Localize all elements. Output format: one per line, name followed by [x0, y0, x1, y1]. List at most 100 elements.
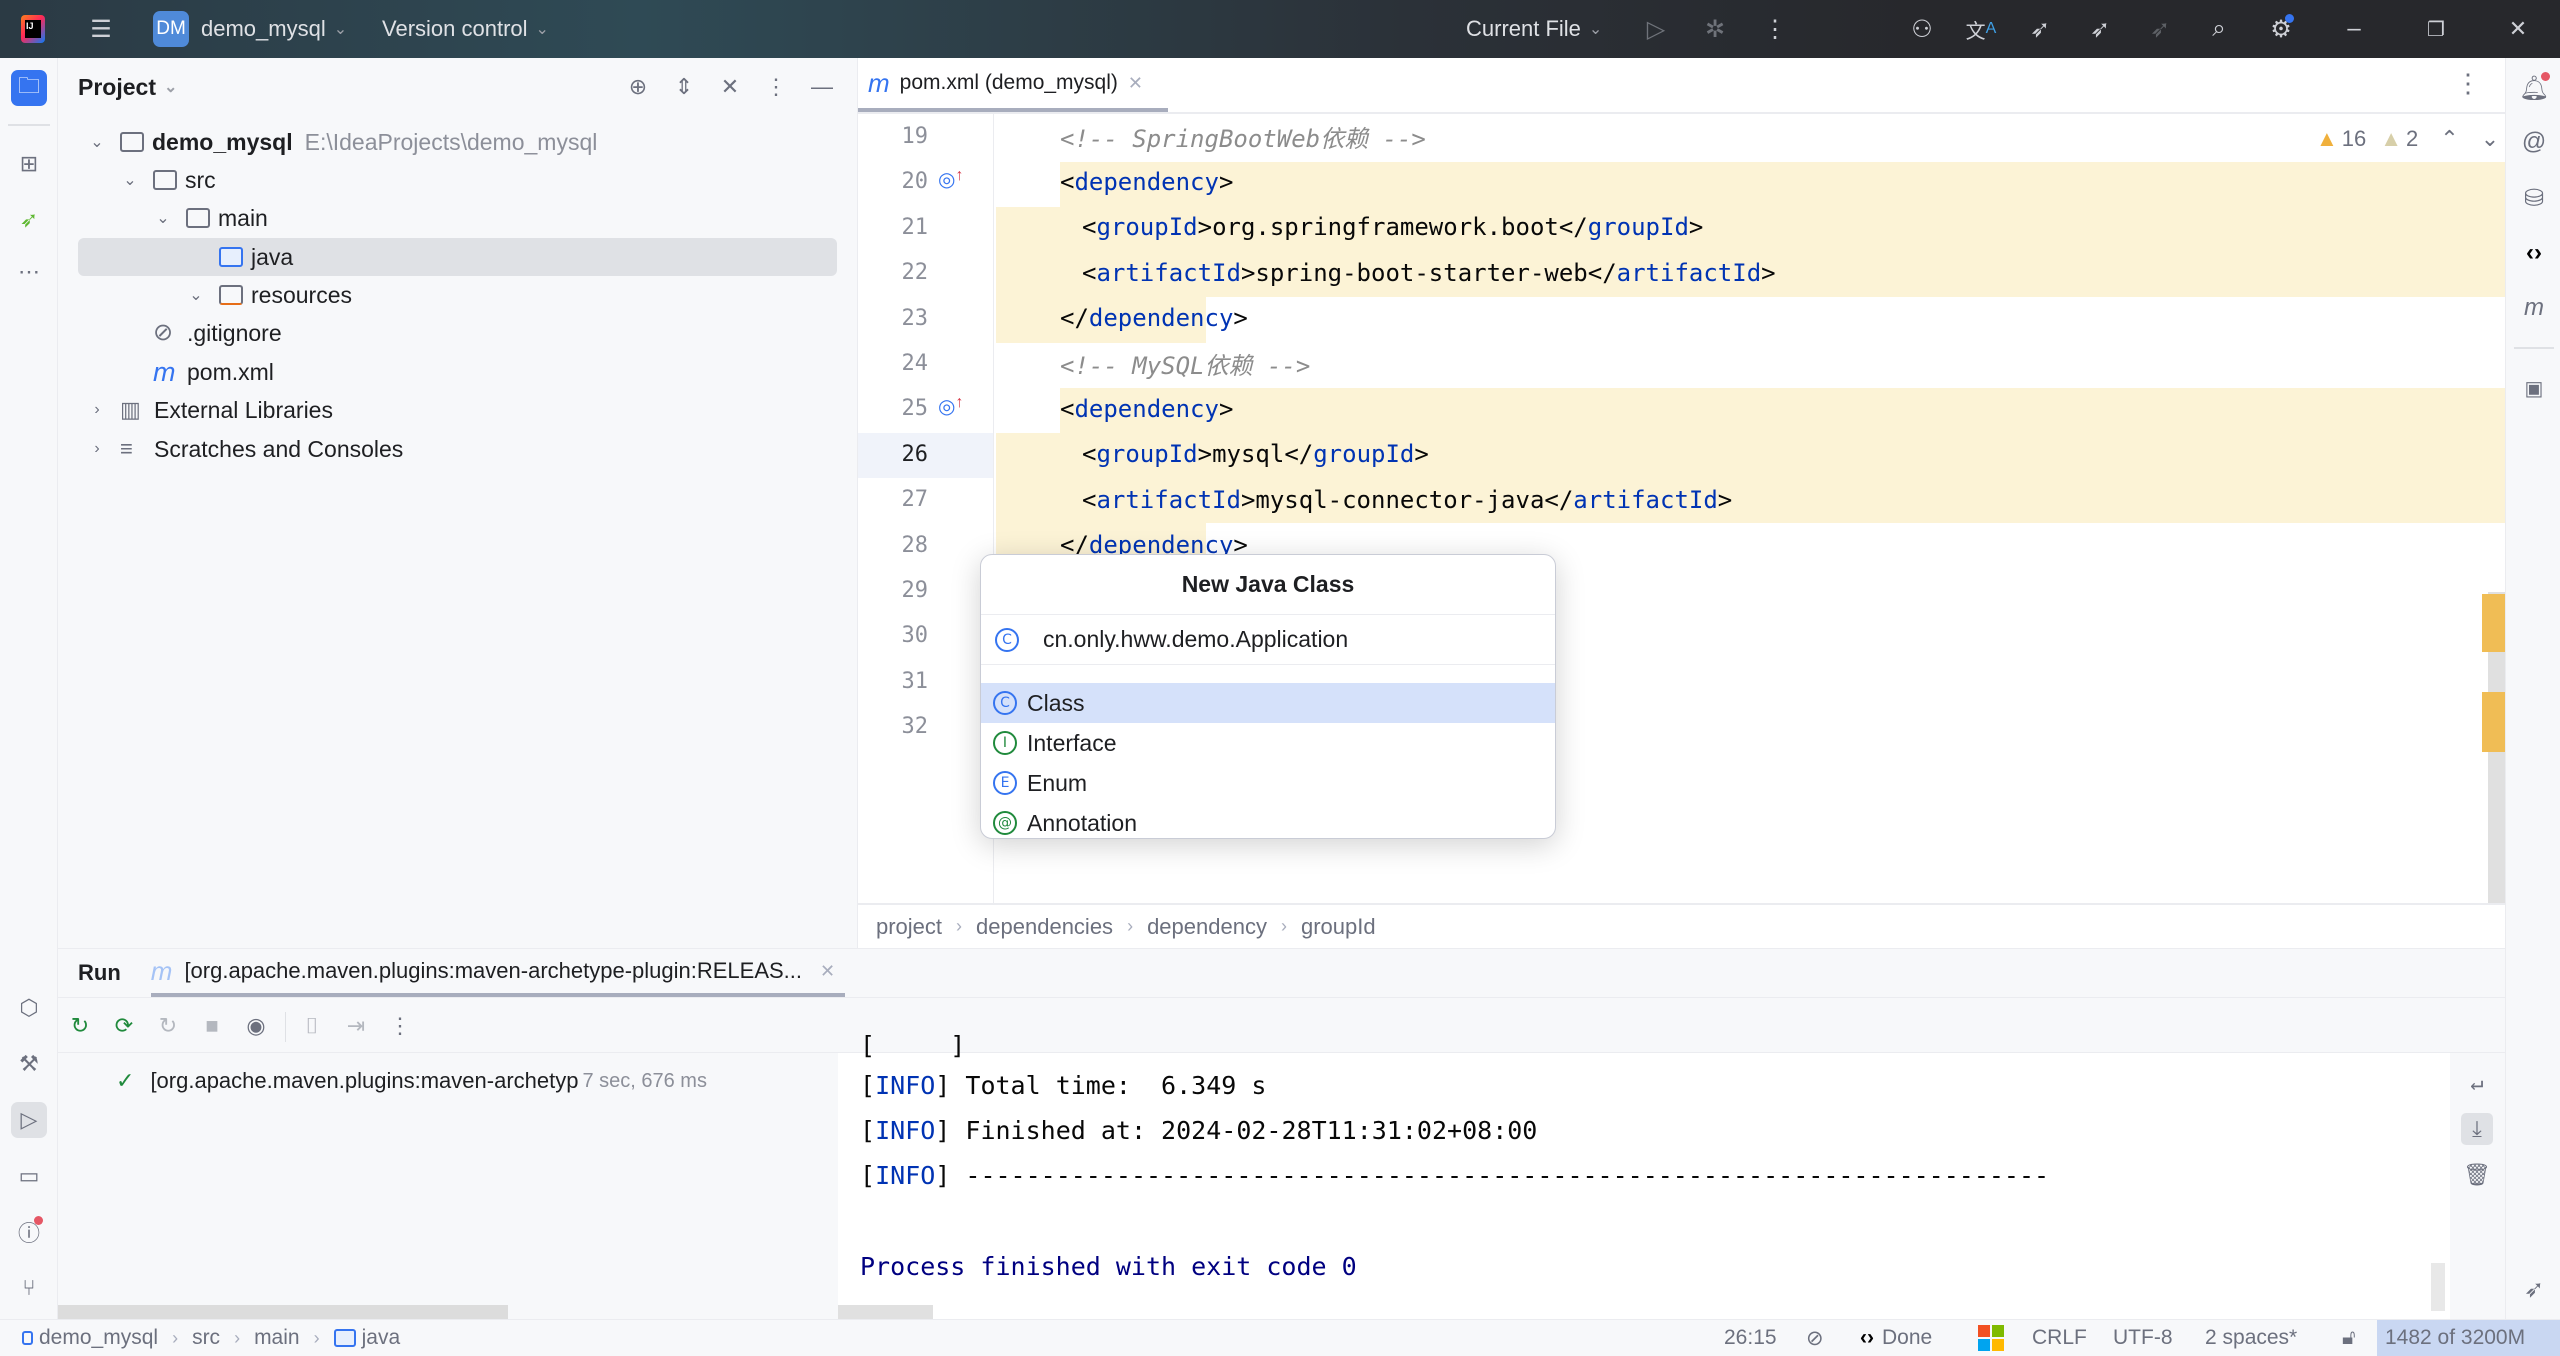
project-switcher[interactable]: DM demo_mysql ⌄: [153, 0, 347, 58]
file-encoding[interactable]: UTF-8: [2113, 1320, 2173, 1356]
rerun-automatically-icon[interactable]: ↻: [152, 1010, 184, 1042]
ai-assistant-icon[interactable]: @: [2516, 124, 2552, 160]
breadcrumb-item[interactable]: dependencies: [976, 914, 1113, 940]
soft-wrap-icon[interactable]: ↵: [2461, 1067, 2493, 1099]
services-icon[interactable]: ⬡: [11, 990, 47, 1026]
collapse-all-icon[interactable]: ✕: [712, 69, 748, 105]
jrebel-icon[interactable]: ➶: [2516, 1271, 2552, 1307]
chevron-right-icon[interactable]: ›: [86, 440, 108, 458]
more-actions-icon[interactable]: ⋮: [1760, 14, 1790, 44]
minimize-icon[interactable]: –: [2339, 14, 2369, 44]
project-tool-icon[interactable]: 🗀: [11, 70, 47, 106]
add-user-icon[interactable]: ⚇: [1907, 14, 1937, 44]
console-v-scrollbar[interactable]: [2431, 1263, 2445, 1311]
options-icon[interactable]: ⋮: [758, 69, 794, 105]
rerun-failed-icon[interactable]: ⟳: [108, 1010, 140, 1042]
chevron-down-icon[interactable]: ⌄: [185, 285, 207, 305]
kind-annotation[interactable]: @ Annotation: [981, 803, 1555, 838]
chevron-down-icon[interactable]: ⌄: [152, 208, 174, 228]
structure-icon[interactable]: ⊞: [11, 146, 47, 182]
maven-tool-icon[interactable]: m: [2516, 290, 2552, 326]
more-icon[interactable]: ⋮: [384, 1010, 416, 1042]
memory-indicator[interactable]: 1482 of 3200M: [2377, 1320, 2560, 1356]
kind-interface[interactable]: I Interface: [981, 723, 1555, 763]
read-only-lock-icon[interactable]: 🔓︎: [2342, 1320, 2356, 1356]
caret-position[interactable]: 26:15: [1724, 1320, 1777, 1356]
console-h-scrollbar[interactable]: [838, 1305, 933, 1320]
class-name-field[interactable]: C: [981, 615, 1555, 665]
close-tab-icon[interactable]: ✕: [820, 961, 835, 982]
tree-item-demo-mysql[interactable]: ⌄ demo_mysql E:\IdeaProjects\demo_mysql: [78, 123, 837, 161]
console-output[interactable]: [ ] [INFO] Total time: 6.349 s [INFO] Fi…: [838, 1031, 2505, 1320]
run-config-selector[interactable]: Current File ⌄: [1466, 0, 1602, 58]
dictionary-icon[interactable]: ▣: [2516, 370, 2552, 406]
previous-highlight-icon[interactable]: ⌃: [2440, 126, 2458, 152]
hide-panel-icon[interactable]: —: [804, 69, 840, 105]
expand-all-icon[interactable]: ⇕: [666, 69, 702, 105]
horizontal-scrollbar[interactable]: [58, 1305, 508, 1320]
codegeex-icon[interactable]: ‹›: [2516, 235, 2552, 271]
breadcrumb-item[interactable]: groupId: [1301, 914, 1376, 940]
tab-pom-xml[interactable]: m pom.xml (demo_mysql) ✕: [858, 58, 1168, 112]
kind-class[interactable]: C Class: [981, 683, 1555, 723]
settings-icon[interactable]: ⚙: [2266, 14, 2296, 44]
notifications-icon[interactable]: 🔔︎: [2516, 70, 2552, 106]
class-name-input[interactable]: [1043, 626, 1523, 653]
jrebel-debug-icon[interactable]: ➶: [2085, 14, 2115, 44]
database-icon[interactable]: ⛁: [2516, 180, 2552, 216]
chevron-down-icon[interactable]: ⌄: [119, 170, 141, 190]
run-tab[interactable]: m [org.apache.maven.plugins:maven-archet…: [150, 949, 846, 997]
run-tool-icon[interactable]: ▷: [11, 1102, 47, 1138]
rerun-icon[interactable]: ↻: [64, 1010, 96, 1042]
screenshot-icon[interactable]: ⌷: [296, 1010, 328, 1042]
jrebel-disabled-icon[interactable]: ➶: [2145, 14, 2175, 44]
no-inspection-icon[interactable]: ⊘: [1806, 1320, 1824, 1356]
next-highlight-icon[interactable]: ⌄: [2481, 126, 2499, 152]
run-icon[interactable]: ▷: [1641, 14, 1671, 44]
breadcrumb-item[interactable]: project: [876, 914, 942, 940]
debug-icon[interactable]: ✲: [1700, 14, 1730, 44]
jrebel-run-icon[interactable]: ➶: [2025, 14, 2055, 44]
show-icon[interactable]: ◉: [240, 1010, 272, 1042]
intellij-logo-icon[interactable]: IJ: [18, 14, 48, 44]
nav-item[interactable]: src: [192, 1326, 220, 1350]
restore-icon[interactable]: ❐: [2421, 14, 2451, 44]
project-view-selector[interactable]: Project ⌄: [78, 58, 177, 116]
chevron-down-icon[interactable]: ⌄: [86, 132, 108, 152]
build-icon[interactable]: ⚒: [11, 1046, 47, 1082]
tree-item-scratches[interactable]: › ≡ Scratches and Consoles: [78, 430, 837, 468]
close-icon[interactable]: ✕: [2503, 14, 2533, 44]
windows-icon[interactable]: [1978, 1320, 2004, 1356]
main-menu-icon[interactable]: ☰: [86, 14, 116, 44]
search-icon[interactable]: ⌕: [2204, 14, 2234, 44]
clear-all-icon[interactable]: 🗑︎: [2461, 1159, 2493, 1191]
tree-item-src[interactable]: ⌄ src: [78, 161, 837, 199]
chevron-right-icon[interactable]: ›: [86, 401, 108, 419]
line-separator[interactable]: CRLF: [2032, 1320, 2087, 1356]
codegeex-status[interactable]: ‹› Done: [1860, 1320, 1932, 1356]
problems-icon[interactable]: ⓘ: [11, 1214, 47, 1250]
run-tree-item[interactable]: ✓ [org.apache.maven.plugins:maven-archet…: [116, 1063, 707, 1099]
tree-item-main[interactable]: ⌄ main: [78, 199, 837, 237]
locate-icon[interactable]: ⊕: [620, 69, 656, 105]
nav-item[interactable]: main: [254, 1326, 300, 1350]
terminal-icon[interactable]: ▭: [11, 1158, 47, 1194]
tab-options-icon[interactable]: ⋮: [2455, 68, 2481, 99]
tree-item-gitignore[interactable]: ⊘ .gitignore: [78, 314, 837, 352]
close-tab-icon[interactable]: ✕: [1128, 73, 1143, 94]
indent-setting[interactable]: 2 spaces*: [2205, 1320, 2297, 1356]
inspection-widget[interactable]: ▲ 16 ▲ 2 ⌃ ⌄: [2316, 126, 2499, 152]
stop-icon[interactable]: ■: [196, 1010, 228, 1042]
breadcrumb-item[interactable]: dependency: [1147, 914, 1267, 940]
nav-item[interactable]: demo_mysql: [39, 1326, 158, 1350]
more-tools-icon[interactable]: ⋯: [11, 254, 47, 290]
translate-icon[interactable]: 文A: [1966, 14, 1997, 44]
tree-item-pom-xml[interactable]: m pom.xml: [78, 353, 837, 391]
scroll-to-end-icon[interactable]: ⤓: [2461, 1113, 2493, 1145]
version-control-menu[interactable]: Version control ⌄: [382, 0, 549, 58]
jrebel-icon[interactable]: ➶: [11, 202, 47, 238]
git-icon[interactable]: ⑂: [11, 1270, 47, 1306]
tree-item-external-libraries[interactable]: › ▥ External Libraries: [78, 391, 837, 429]
kind-enum[interactable]: E Enum: [981, 763, 1555, 803]
tree-item-resources[interactable]: ⌄ resources: [78, 276, 837, 314]
